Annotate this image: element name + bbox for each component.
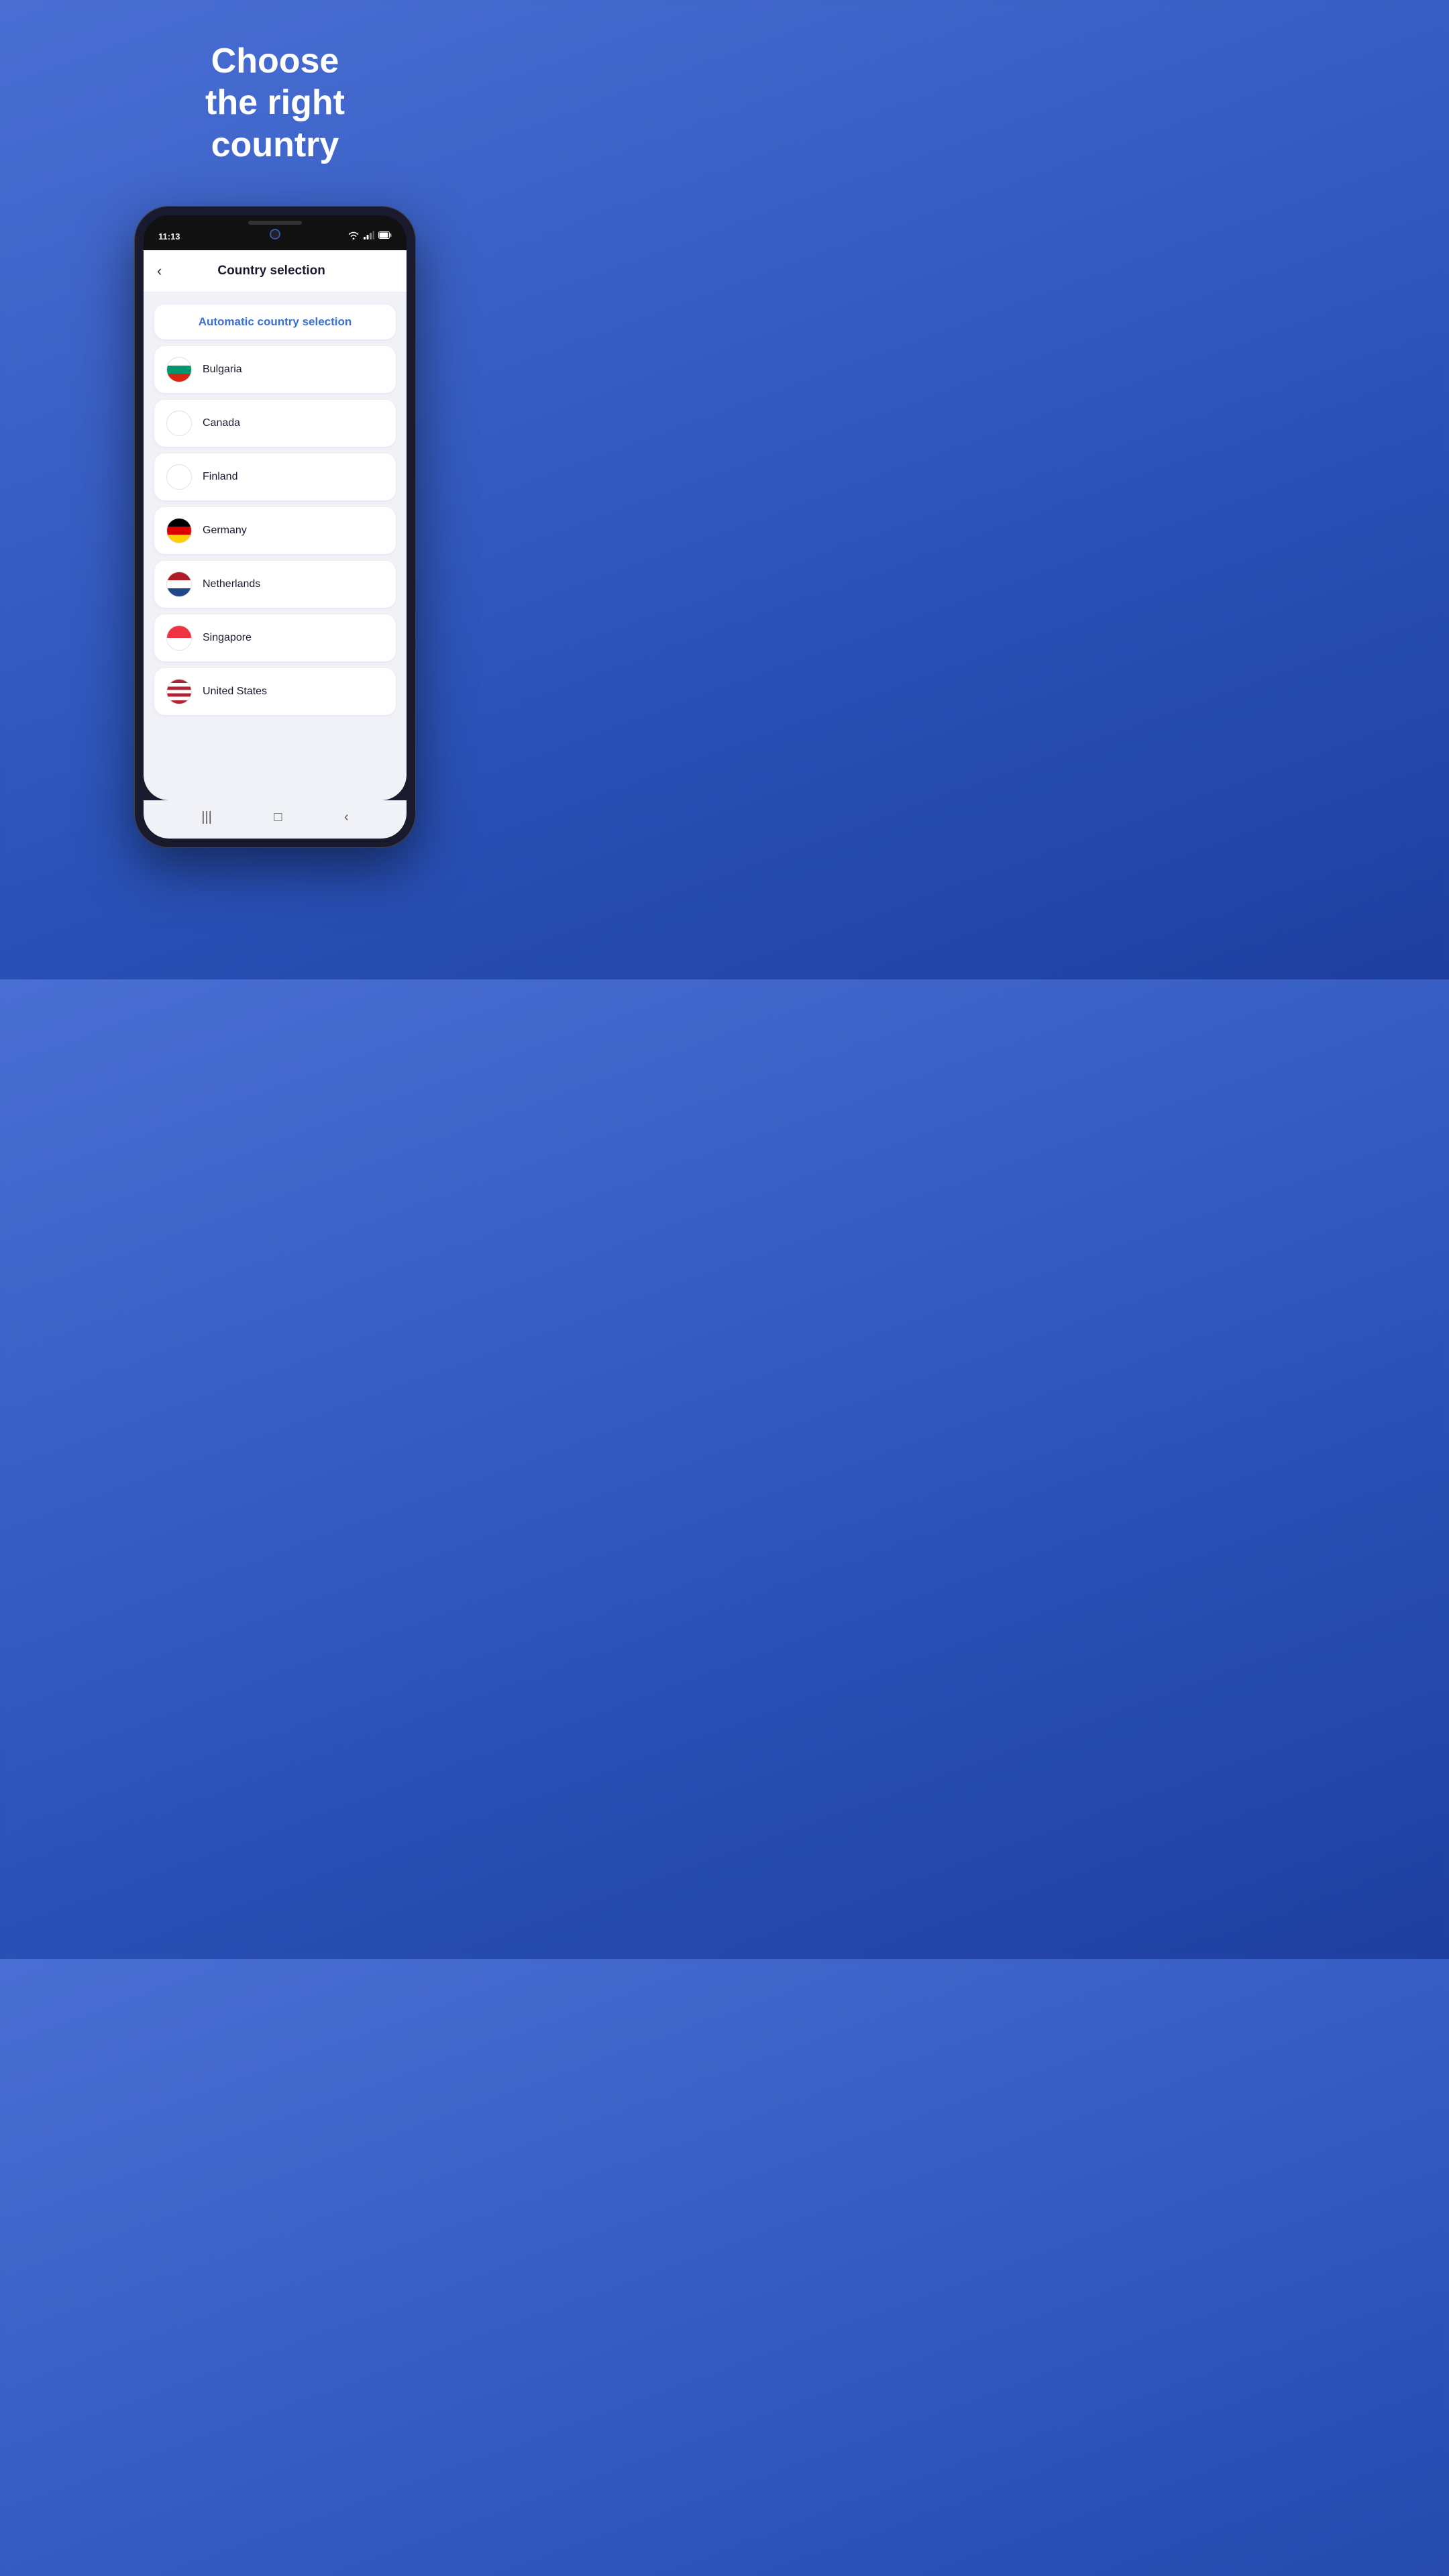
flag-netherlands [166,572,192,597]
phone-screen: ‹ Country selection Automatic country se… [144,250,407,800]
country-item-singapore[interactable]: Singapore [154,614,396,661]
screen-title: Country selection [170,264,373,278]
country-name-germany: Germany [203,525,247,537]
nav-home-icon[interactable]: □ [274,810,282,825]
country-item-united-states[interactable]: United States [154,668,396,715]
battery-icon [378,231,392,241]
notch-bar [248,221,302,225]
country-name-netherlands: Netherlands [203,578,260,590]
country-item-canada[interactable]: Canada [154,400,396,447]
phone-nav-bar: ||| □ ‹ [144,800,407,839]
auto-selection-label: Automatic country selection [199,315,352,329]
flag-united-states [166,679,192,704]
country-name-canada: Canada [203,417,240,429]
camera-notch [270,229,280,239]
signal-icon [364,231,374,241]
nav-menu-icon[interactable]: ||| [201,810,212,825]
flag-bulgaria [166,357,192,382]
nav-back-icon[interactable]: ‹ [344,810,349,825]
flag-finland [166,464,192,490]
country-item-netherlands[interactable]: Netherlands [154,561,396,608]
phone-shell: 11:13 [134,206,416,848]
country-item-bulgaria[interactable]: Bulgaria [154,346,396,393]
country-list: Automatic country selection Bulgaria Cana… [144,292,407,727]
back-button[interactable]: ‹ [157,262,162,280]
page-headline: Choose the right country [205,40,345,166]
country-item-germany[interactable]: Germany [154,507,396,554]
country-name-united-states: United States [203,686,267,698]
country-name-singapore: Singapore [203,632,252,644]
flag-singapore [166,625,192,651]
auto-selection-item[interactable]: Automatic country selection [154,305,396,339]
status-icons [347,231,392,241]
status-time: 11:13 [158,231,180,241]
flag-germany [166,518,192,543]
country-name-finland: Finland [203,471,237,483]
wifi-icon [347,231,360,241]
status-bar: 11:13 [144,215,407,250]
flag-canada [166,411,192,436]
country-name-bulgaria: Bulgaria [203,364,242,376]
country-item-finland[interactable]: Finland [154,453,396,500]
app-bar: ‹ Country selection [144,250,407,292]
